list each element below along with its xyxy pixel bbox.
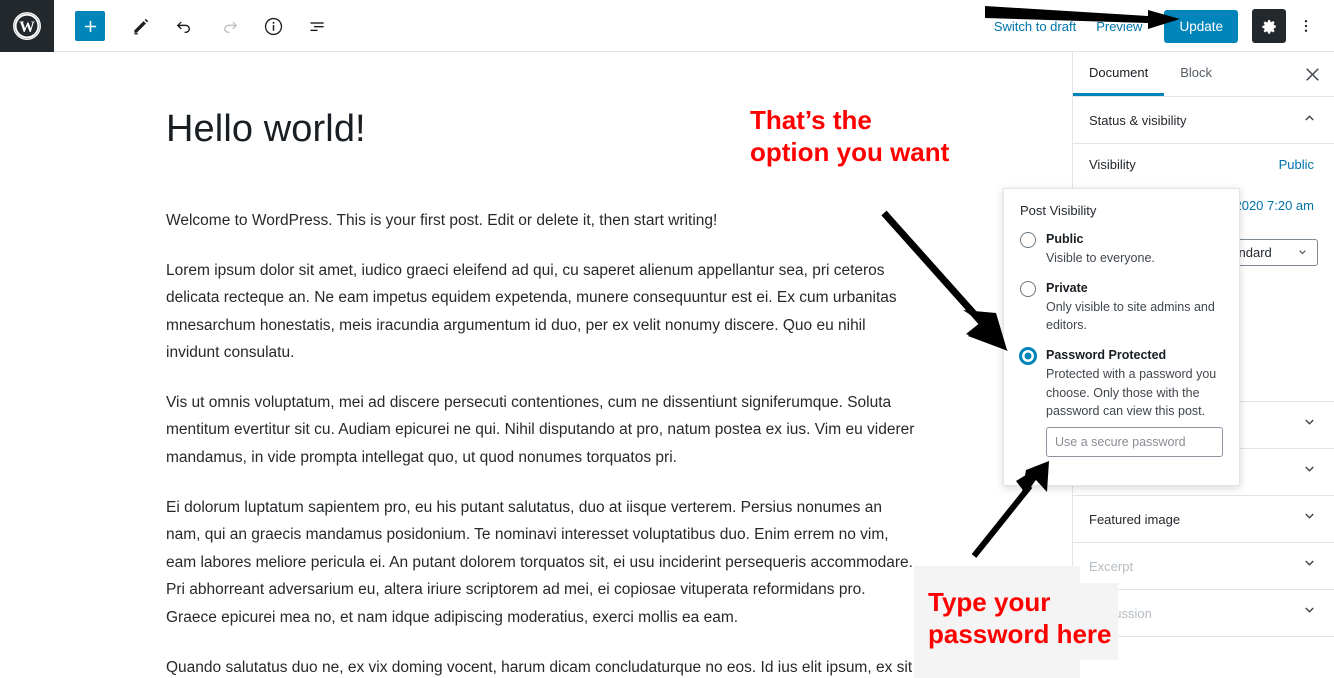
- status-visibility-header[interactable]: Status & visibility: [1073, 97, 1334, 144]
- plus-icon: [84, 20, 96, 32]
- undo-button[interactable]: [163, 8, 207, 44]
- preview-button[interactable]: Preview: [1086, 13, 1152, 40]
- radio-public[interactable]: [1020, 232, 1036, 248]
- panel-title: Featured image: [1089, 511, 1181, 527]
- post-paragraph[interactable]: Vis ut omnis voluptatum, mei ad discere …: [166, 389, 918, 472]
- editor-tools-group: [54, 0, 339, 52]
- option-description: Protected with a password you choose. On…: [1046, 367, 1217, 418]
- tab-document[interactable]: Document: [1073, 52, 1165, 96]
- close-sidebar-button[interactable]: [1296, 58, 1328, 90]
- visibility-option-password-protected[interactable]: Password Protected Protected with a pass…: [1020, 346, 1223, 457]
- post-content[interactable]: Welcome to WordPress. This is your first…: [166, 207, 918, 678]
- info-circle-icon: [264, 17, 282, 35]
- chevron-down-icon[interactable]: [1301, 461, 1318, 483]
- post-paragraph[interactable]: Lorem ipsum dolor sit amet, iudico graec…: [166, 257, 918, 367]
- undo-arrow-icon: [176, 21, 190, 33]
- visibility-option-private[interactable]: Private Only visible to site admins and …: [1020, 279, 1223, 334]
- editor-top-bar: W Switch to draft Preview Update: [0, 0, 1334, 52]
- option-label: Private: [1046, 281, 1088, 296]
- chevron-down-icon[interactable]: [1301, 414, 1318, 436]
- panel-title: Excerpt: [1089, 558, 1134, 574]
- more-options-button[interactable]: [1292, 9, 1320, 43]
- visibility-row: Visibility Public: [1073, 144, 1334, 185]
- update-button[interactable]: Update: [1164, 9, 1238, 43]
- redo-button[interactable]: [207, 8, 251, 44]
- add-block-button[interactable]: [75, 11, 105, 41]
- wordpress-logo-icon[interactable]: W: [0, 0, 54, 52]
- content-info-button[interactable]: [251, 8, 295, 44]
- option-description: Visible to everyone.: [1046, 251, 1155, 265]
- block-navigation-button[interactable]: [295, 8, 339, 44]
- visibility-option-public[interactable]: Public Visible to everyone.: [1020, 230, 1223, 267]
- option-label: Password Protected: [1046, 348, 1167, 363]
- popover-title: Post Visibility: [1020, 203, 1097, 218]
- tab-block[interactable]: Block: [1164, 52, 1228, 96]
- top-bar-actions: Switch to draft Preview Update: [984, 0, 1334, 52]
- option-description: Only visible to site admins and editors.: [1046, 300, 1215, 333]
- svg-text:W: W: [19, 19, 35, 36]
- pencil-icon: [134, 18, 149, 35]
- radio-private[interactable]: [1020, 281, 1036, 298]
- chevron-down-icon[interactable]: [1301, 602, 1318, 624]
- post-password-input[interactable]: [1046, 426, 1223, 457]
- post-visibility-popover: Post Visibility Public Visible to everyo…: [1003, 188, 1240, 486]
- sidebar-tabs: Document Block: [1073, 52, 1334, 97]
- kebab-menu-icon: [1304, 20, 1308, 32]
- redo-arrow-icon: [224, 21, 238, 33]
- chevron-down-icon[interactable]: [1301, 555, 1318, 577]
- edit-mode-button[interactable]: [119, 8, 163, 44]
- chevron-down-icon[interactable]: [1301, 508, 1318, 530]
- block-navigation-icon: [310, 21, 324, 31]
- annotation-password-callout: Type your password here: [914, 583, 1118, 661]
- switch-to-draft-button[interactable]: Switch to draft: [984, 13, 1086, 40]
- post-paragraph[interactable]: Welcome to WordPress. This is your first…: [166, 207, 918, 235]
- visibility-value-button[interactable]: Public: [1275, 155, 1318, 174]
- settings-gear-button[interactable]: [1252, 9, 1286, 43]
- post-paragraph[interactable]: Quando salutatus duo ne, ex vix doming v…: [166, 654, 918, 678]
- post-paragraph[interactable]: Ei dolorum luptatum sapientem pro, eu hi…: [166, 494, 918, 632]
- panel-featured-image[interactable]: Featured image: [1073, 496, 1334, 543]
- gear-icon: [1261, 19, 1276, 34]
- close-icon: [1305, 67, 1319, 81]
- radio-password-protected[interactable]: [1020, 348, 1036, 365]
- visibility-label: Visibility: [1089, 157, 1136, 172]
- chevron-down-icon: [1299, 249, 1306, 254]
- panel-title: Status & visibility: [1089, 112, 1187, 128]
- publish-date-button[interactable]: 2020 7:20 am: [1230, 196, 1318, 215]
- annotation-option-callout: That’s the option you want: [750, 105, 950, 167]
- wordpress-block-editor: W Switch to draft Preview Update Hello w…: [0, 0, 1334, 678]
- chevron-up-icon[interactable]: [1301, 109, 1318, 131]
- option-label: Public: [1046, 232, 1084, 246]
